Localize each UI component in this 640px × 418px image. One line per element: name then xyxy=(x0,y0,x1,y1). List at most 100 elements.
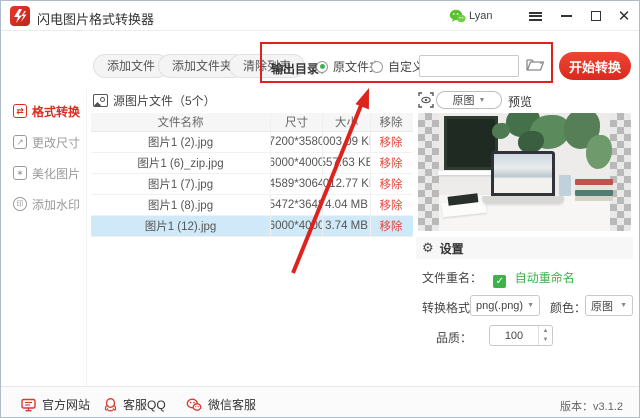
rename-row: 文件重名： ✓ 自动重命名 xyxy=(422,269,575,288)
quality-stepper[interactable]: 100 ▲ ▼ xyxy=(489,325,553,346)
table-row[interactable]: 图片1 (8).jpg 5472*3648 4.04 MB 移除 xyxy=(91,195,413,216)
preview-mode-value: 原图 xyxy=(452,95,475,107)
footer-bar: 官方网站 客服QQ 微信客服 版本：v3.1.2 xyxy=(1,386,639,417)
right-panel: 原图 ▼ 预览 ⚙ 设置 文件重名： ✓ 自动重命名 转换格式： png(.pn… xyxy=(416,89,633,386)
remove-link[interactable]: 移除 xyxy=(371,153,411,173)
account-chip[interactable]: Lyan xyxy=(449,7,492,25)
photo-wall-frame xyxy=(444,116,498,170)
table-row[interactable]: 图片1 (7).jpg 4589*3064 1012.77 KB 移除 xyxy=(91,174,413,195)
sidebar-item-watermark[interactable]: 印 添加水印 xyxy=(13,194,80,214)
file-list-title-row: 源图片文件（5个） xyxy=(93,92,216,109)
format-row: 转换格式： png(.png) ▼ 颜色： 原图 ▼ xyxy=(422,295,633,316)
cell-dimensions: 6000*4000 xyxy=(271,216,323,236)
spin-down-icon[interactable]: ▼ xyxy=(539,336,552,346)
remove-link[interactable]: 移除 xyxy=(371,195,411,215)
remove-link[interactable]: 移除 xyxy=(371,174,411,194)
format-value: png(.png) xyxy=(476,299,524,312)
preview-mode-dropdown[interactable]: 原图 ▼ xyxy=(436,91,502,109)
preview-eye-icon[interactable] xyxy=(418,92,434,108)
custom-path-input[interactable] xyxy=(419,55,519,77)
color-dropdown[interactable]: 原图 ▼ xyxy=(585,295,633,316)
qq-support-label: 客服QQ xyxy=(123,398,166,412)
cell-filename: 图片1 (7).jpg xyxy=(91,174,271,194)
format-convert-icon: ⇄ xyxy=(13,104,27,118)
cell-size: 3.74 MB xyxy=(323,216,371,236)
cell-filename: 图片1 (8).jpg xyxy=(91,195,271,215)
preview-image xyxy=(418,113,631,231)
cell-size: 1012.77 KB xyxy=(323,174,371,194)
file-table: 文件名称 尺寸 大小 移除 图片1 (2).jpg 7200*3580 1003… xyxy=(91,113,413,237)
browse-folder-icon[interactable] xyxy=(525,57,545,78)
chevron-down-icon: ▼ xyxy=(478,96,486,104)
wechat-icon xyxy=(449,9,466,22)
sidebar-item-label: 美化图片 xyxy=(32,166,81,181)
preview-label: 预览 xyxy=(508,95,533,109)
cell-dimensions: 7200*3580 xyxy=(271,132,323,152)
radio-original-folder-circle xyxy=(316,60,328,73)
col-filename: 文件名称 xyxy=(91,113,271,131)
official-website-link[interactable]: 官方网站 xyxy=(21,396,90,413)
transparency-checker-right xyxy=(610,113,631,231)
sidebar-item-format-convert[interactable]: ⇄ 格式转换 xyxy=(13,101,80,121)
sidebar-item-label: 格式转换 xyxy=(32,104,81,119)
remove-link[interactable]: 移除 xyxy=(371,216,411,236)
qq-support-link[interactable]: 客服QQ xyxy=(104,396,166,413)
qq-icon xyxy=(104,397,117,412)
cell-dimensions: 6000*4000 xyxy=(271,153,323,173)
quality-label: 品质： xyxy=(436,331,473,345)
radio-custom[interactable]: 自定义 xyxy=(371,58,424,75)
cell-size: 4.04 MB xyxy=(323,195,371,215)
cell-filename: 图片1 (12).jpg xyxy=(91,216,271,236)
table-header-row: 文件名称 尺寸 大小 移除 xyxy=(91,113,413,132)
title-bar: 闪电图片格式转换器 Lyan ✕ xyxy=(1,1,639,31)
wechat-support-label: 微信客服 xyxy=(208,398,257,412)
sidebar-item-resize[interactable]: ↗ 更改尺寸 xyxy=(13,132,80,152)
radio-custom-circle xyxy=(371,60,383,73)
gear-icon: ⚙ xyxy=(422,240,434,255)
photo-laptop xyxy=(491,151,555,196)
table-row[interactable]: 图片1 (2).jpg 7200*3580 1003.09 KB 移除 xyxy=(91,132,413,153)
col-dimensions: 尺寸 xyxy=(271,113,323,131)
start-convert-button[interactable]: 开始转换 xyxy=(559,52,631,80)
close-button[interactable]: ✕ xyxy=(615,8,633,24)
account-name: Lyan xyxy=(469,10,493,22)
version-label: 版本：v3.1.2 xyxy=(560,401,623,413)
format-dropdown[interactable]: png(.png) ▼ xyxy=(470,295,540,316)
wechat-icon xyxy=(186,398,202,411)
official-website-label: 官方网站 xyxy=(42,398,91,412)
table-row-selected[interactable]: 图片1 (12).jpg 6000*4000 3.74 MB 移除 xyxy=(91,216,413,237)
watermark-icon: 印 xyxy=(13,197,27,211)
quality-row: 品质： 100 ▲ ▼ xyxy=(436,325,626,346)
monitor-icon xyxy=(21,398,36,411)
remove-link[interactable]: 移除 xyxy=(371,132,411,152)
sidebar-item-label: 添加水印 xyxy=(32,197,81,212)
wechat-support-link[interactable]: 微信客服 xyxy=(186,396,256,413)
transparency-checker-left xyxy=(418,113,439,231)
table-row[interactable]: 图片1 (6)_zip.jpg 6000*4000 557.63 KB 移除 xyxy=(91,153,413,174)
app-title: 闪电图片格式转换器 xyxy=(37,12,155,27)
cell-dimensions: 4589*3064 xyxy=(271,174,323,194)
sidebar-item-beautify[interactable]: ✶ 美化图片 xyxy=(13,163,80,183)
col-size: 大小 xyxy=(323,113,371,131)
cell-size: 1003.09 KB xyxy=(323,132,371,152)
image-file-icon xyxy=(93,94,108,107)
resize-icon: ↗ xyxy=(13,135,27,149)
color-label: 颜色： xyxy=(550,301,587,315)
file-list-title: 源图片文件（5个） xyxy=(113,94,216,108)
auto-rename-checkbox[interactable]: ✓ xyxy=(493,275,507,288)
beautify-image-icon: ✶ xyxy=(13,166,27,180)
app-window: 闪电图片格式转换器 Lyan ✕ 添加文件 添加文件夹 清除列表 输出目录： 原… xyxy=(0,0,640,418)
maximize-button[interactable] xyxy=(587,8,605,24)
preview-bar: 原图 ▼ 预览 xyxy=(416,91,633,111)
quality-value: 100 xyxy=(504,329,524,342)
minimize-button[interactable] xyxy=(557,8,575,24)
sidebar-item-label: 更改尺寸 xyxy=(32,135,81,150)
spin-up-icon[interactable]: ▲ xyxy=(539,326,552,336)
settings-header: ⚙ 设置 xyxy=(416,237,633,259)
app-logo-icon xyxy=(10,6,30,26)
rename-label: 文件重名： xyxy=(422,271,483,285)
cell-filename: 图片1 (6)_zip.jpg xyxy=(91,153,271,173)
color-value: 原图 xyxy=(591,300,613,313)
menu-icon[interactable] xyxy=(526,8,544,24)
auto-rename-label: 自动重命名 xyxy=(514,271,575,285)
